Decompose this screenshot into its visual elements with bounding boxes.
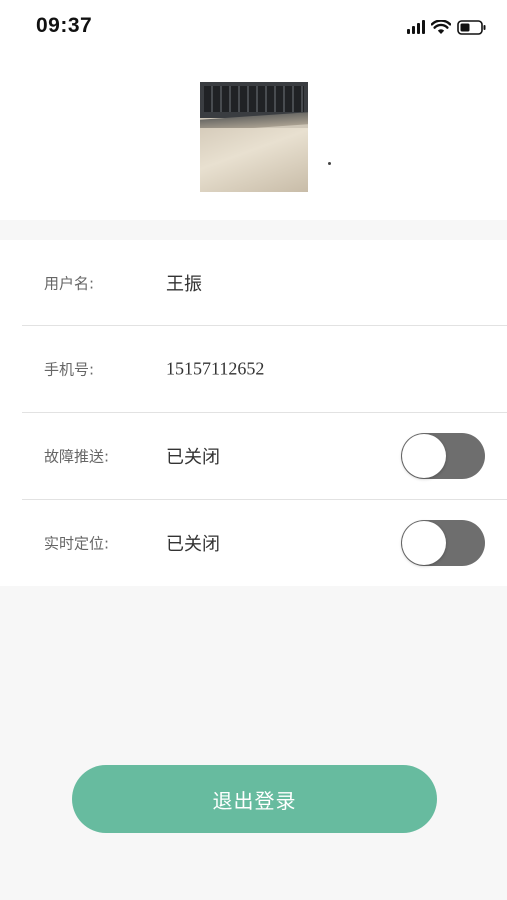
row-realtime-location: 实时定位: 已关闭 [0,500,507,586]
wifi-icon [431,19,451,35]
status-bar: 09:37 [0,0,507,52]
signal-icon [407,20,425,34]
realtime-location-toggle[interactable] [401,520,485,566]
row-fault-push: 故障推送: 已关闭 [0,413,507,499]
status-time: 09:37 [36,14,93,37]
fault-push-label: 故障推送: [44,447,110,466]
toggle-knob [402,434,446,478]
phone-value: 15157112652 [166,358,265,379]
username-label: 用户名: [44,274,95,293]
avatar[interactable] [200,82,308,192]
status-icons [407,17,487,37]
info-list: 用户名: 王振 手机号: 15157112652 故障推送: 已关闭 实时定位:… [0,240,507,586]
profile-header [0,52,507,220]
phone-label: 手机号: [44,360,95,379]
username-value: 王振 [166,274,202,295]
fault-push-status: 已关闭 [166,447,220,468]
profile-screen: 09:37 用户名: 王振 手机号: 15157112652 故障推送: 已关闭… [0,0,507,900]
fault-push-toggle[interactable] [401,433,485,479]
realtime-location-label: 实时定位: [44,534,110,553]
decorative-dot [328,162,331,165]
logout-button[interactable]: 退出登录 [72,765,437,833]
row-username: 用户名: 王振 [0,240,507,326]
realtime-location-status: 已关闭 [166,534,220,555]
row-phone: 手机号: 15157112652 [0,326,507,412]
battery-icon [457,19,487,35]
toggle-knob [402,521,446,565]
